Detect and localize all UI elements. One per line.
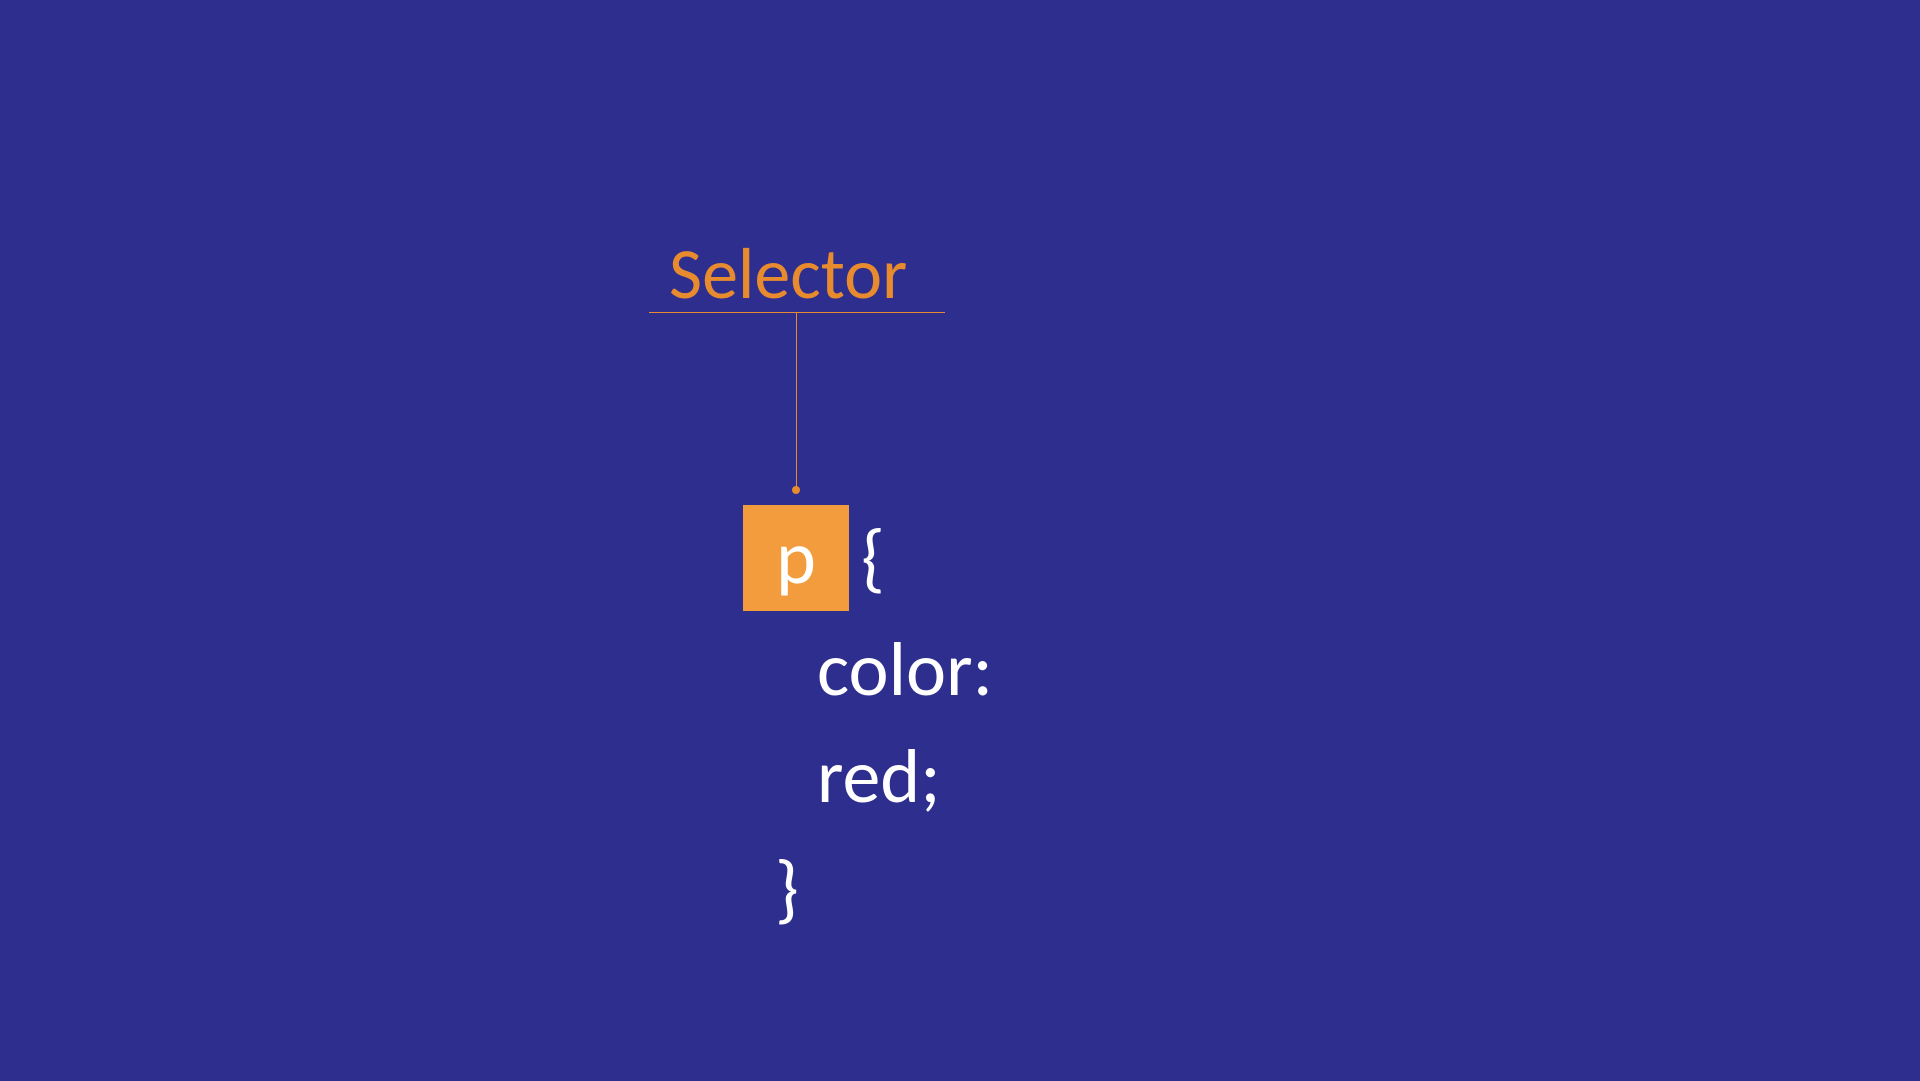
selector-token: p: [743, 505, 849, 611]
code-line-3: }: [743, 836, 993, 942]
label-underline: [649, 312, 945, 313]
code-line-1: p {: [743, 505, 993, 611]
brace-open: {: [861, 505, 885, 611]
selector-label: Selector: [669, 230, 907, 318]
code-line-2: color: red;: [743, 617, 993, 830]
connector-line: [796, 312, 797, 490]
connector-dot: [792, 486, 800, 494]
css-code-block: p { color: red; }: [743, 505, 993, 943]
